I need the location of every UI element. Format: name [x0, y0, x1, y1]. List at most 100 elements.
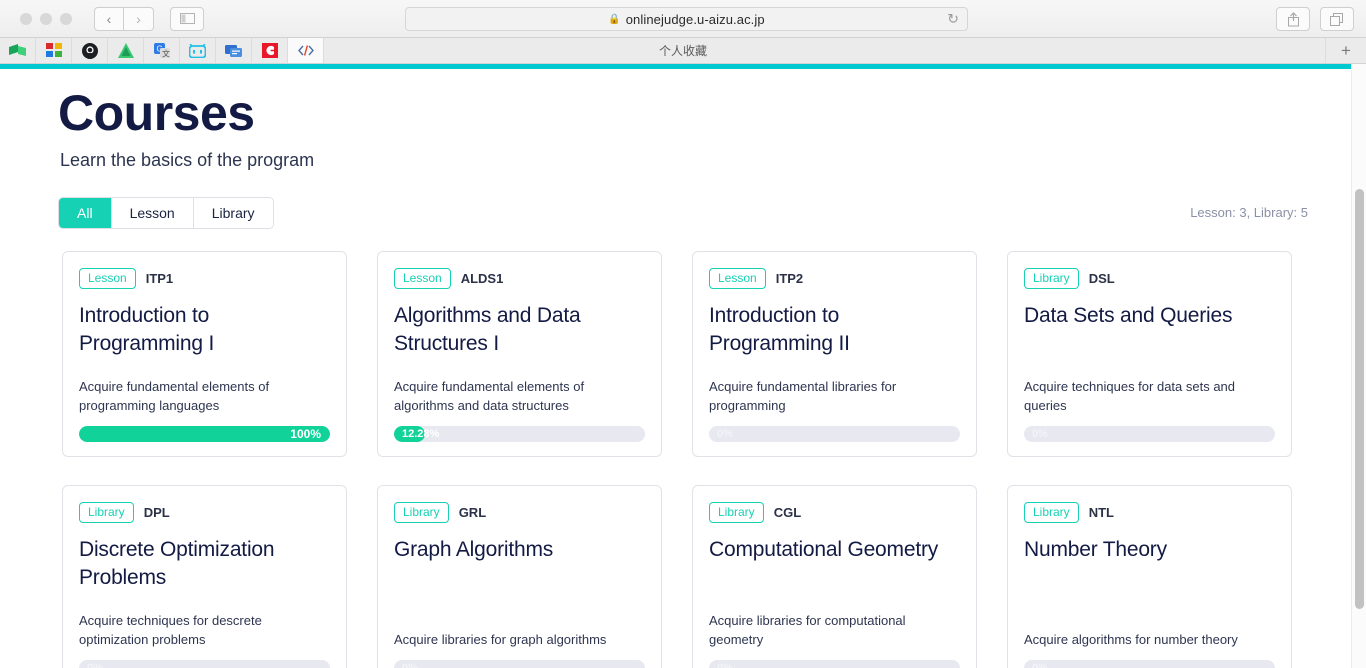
bookmark-red-c[interactable] [252, 38, 288, 63]
course-description: Acquire techniques for data sets and que… [1024, 378, 1236, 413]
course-type-badge: Library [709, 501, 764, 524]
filter-tab-group: All Lesson Library [58, 196, 274, 229]
progress-label: 0% [717, 661, 733, 668]
progress-label: 100% [290, 426, 321, 441]
toolbar-right-actions [1276, 7, 1354, 31]
course-title: Algorithms and Data Structures I [394, 304, 581, 355]
course-description: Acquire fundamental libraries for progra… [709, 378, 897, 413]
course-code: ITP1 [145, 270, 174, 286]
progress-bar: 0% [79, 659, 330, 668]
course-description: Acquire techniques for descrete optimiza… [79, 612, 262, 647]
code-brackets-icon [297, 45, 314, 56]
new-tab-button[interactable]: + [1326, 38, 1366, 63]
course-type-badge: Lesson [709, 267, 766, 290]
progress-label: 0% [402, 661, 418, 668]
tabs-icon [1330, 12, 1343, 26]
page-scrollbar[interactable] [1351, 64, 1366, 668]
reload-icon[interactable]: ↻ [947, 11, 959, 28]
course-type-badge: Library [1024, 267, 1079, 290]
progress-bar: 0% [709, 659, 960, 668]
bookmarks-bar: G 文 个人收藏 + [0, 38, 1366, 64]
course-card[interactable]: Library GRL Graph Algorithms Acquire lib… [377, 484, 662, 668]
blue-chat-icon [225, 44, 242, 57]
progress-label: 0% [1032, 661, 1048, 668]
green-a-icon [117, 43, 134, 58]
course-description: Acquire fundamental elements of algorith… [394, 378, 585, 413]
card-header: Lesson ITP2 [709, 267, 960, 290]
page-title: Courses [58, 85, 255, 141]
progress-bar: 0% [394, 659, 645, 668]
bookmark-green-book[interactable] [0, 38, 36, 63]
minimize-window-button[interactable] [40, 12, 52, 25]
course-code: CGL [773, 504, 802, 520]
navigation-buttons: ‹ › [94, 6, 154, 31]
address-bar-url: onlinejudge.u-aizu.ac.jp [625, 11, 765, 27]
maximize-window-button[interactable] [60, 12, 72, 25]
lock-icon: 🔒 [608, 13, 621, 25]
red-c-icon [261, 43, 278, 58]
sidebar-toggle-button[interactable] [170, 6, 204, 31]
bookmarks-empty-area [324, 38, 1326, 63]
course-type-badge: Library [79, 501, 134, 524]
filter-controls: All Lesson Library Lesson: 3, Library: 5 [58, 196, 1308, 229]
bookmark-bilibili[interactable] [180, 38, 216, 63]
card-header: Library NTL [1024, 501, 1275, 524]
browser-window: ‹ › 🔒 onlinejudge.u-aizu.ac.jp ↻ G 文 个人收… [0, 0, 1366, 668]
course-title: Computational Geometry [709, 538, 939, 562]
forward-button[interactable]: › [124, 6, 154, 31]
google-translate-icon: G 文 [153, 43, 170, 58]
progress-bar: 100% [79, 425, 330, 442]
course-description: Acquire libraries for graph algorithms [394, 631, 607, 647]
progress-bar: 0% [1024, 425, 1275, 442]
course-type-badge: Lesson [79, 267, 136, 290]
tab-library[interactable]: Library [193, 197, 273, 228]
bookmark-github[interactable] [72, 38, 108, 63]
tab-lesson[interactable]: Lesson [111, 197, 194, 228]
course-card[interactable]: Lesson ITP1 Introduction to Programming … [62, 250, 347, 457]
course-card[interactable]: Library NTL Number Theory Acquire algori… [1007, 484, 1292, 668]
progress-bar: 12.28% [394, 425, 645, 442]
share-button[interactable] [1276, 7, 1310, 31]
course-code: ITP2 [775, 270, 804, 286]
card-header: Library GRL [394, 501, 645, 524]
course-description: Acquire libraries for computational geom… [709, 612, 906, 647]
course-card[interactable]: Library DPL Discrete Optimization Proble… [62, 484, 347, 668]
course-card[interactable]: Library DSL Data Sets and Queries Acquir… [1007, 250, 1292, 457]
show-tabs-button[interactable] [1320, 7, 1354, 31]
address-bar[interactable]: 🔒 onlinejudge.u-aizu.ac.jp ↻ [405, 7, 968, 31]
bookmark-google-translate[interactable]: G 文 [144, 38, 180, 63]
bookmark-blue-chat[interactable] [216, 38, 252, 63]
course-title: Introduction to Programming II [709, 304, 850, 355]
course-code: GRL [458, 504, 487, 520]
bookmark-microsoft[interactable] [36, 38, 72, 63]
course-title: Discrete Optimization Problems [79, 538, 275, 589]
bookmark-code-brackets[interactable] [288, 38, 324, 63]
card-header: Library DSL [1024, 267, 1275, 290]
course-title: Graph Algorithms [394, 538, 554, 562]
sidebar-icon [179, 13, 195, 24]
close-window-button[interactable] [20, 12, 32, 25]
course-title: Number Theory [1024, 538, 1167, 562]
github-icon [81, 42, 98, 59]
course-type-badge: Library [394, 501, 449, 524]
bookmark-autodesk[interactable] [108, 38, 144, 63]
card-header: Lesson ITP1 [79, 267, 330, 290]
course-code: DSL [1088, 270, 1115, 286]
progress-label: 12.28% [402, 427, 440, 440]
tab-all[interactable]: All [59, 197, 112, 228]
share-icon [1287, 11, 1299, 26]
course-title: Data Sets and Queries [1024, 304, 1233, 328]
card-header: Library DPL [79, 501, 330, 524]
course-grid-row-2: Library DPL Discrete Optimization Proble… [62, 484, 1366, 668]
back-button[interactable]: ‹ [94, 6, 124, 31]
browser-titlebar: ‹ › 🔒 onlinejudge.u-aizu.ac.jp ↻ [0, 0, 1366, 38]
course-grid-row-1: Lesson ITP1 Introduction to Programming … [62, 250, 1366, 457]
course-code: NTL [1088, 504, 1114, 520]
course-card[interactable]: Library CGL Computational Geometry Acqui… [692, 484, 977, 668]
course-card[interactable]: Lesson ALDS1 Algorithms and Data Structu… [377, 250, 662, 457]
course-title: Introduction to Programming I [79, 304, 215, 355]
course-card[interactable]: Lesson ITP2 Introduction to Programming … [692, 250, 977, 457]
green-book-icon [9, 44, 26, 56]
scrollbar-thumb[interactable] [1355, 189, 1364, 609]
course-type-badge: Library [1024, 501, 1079, 524]
